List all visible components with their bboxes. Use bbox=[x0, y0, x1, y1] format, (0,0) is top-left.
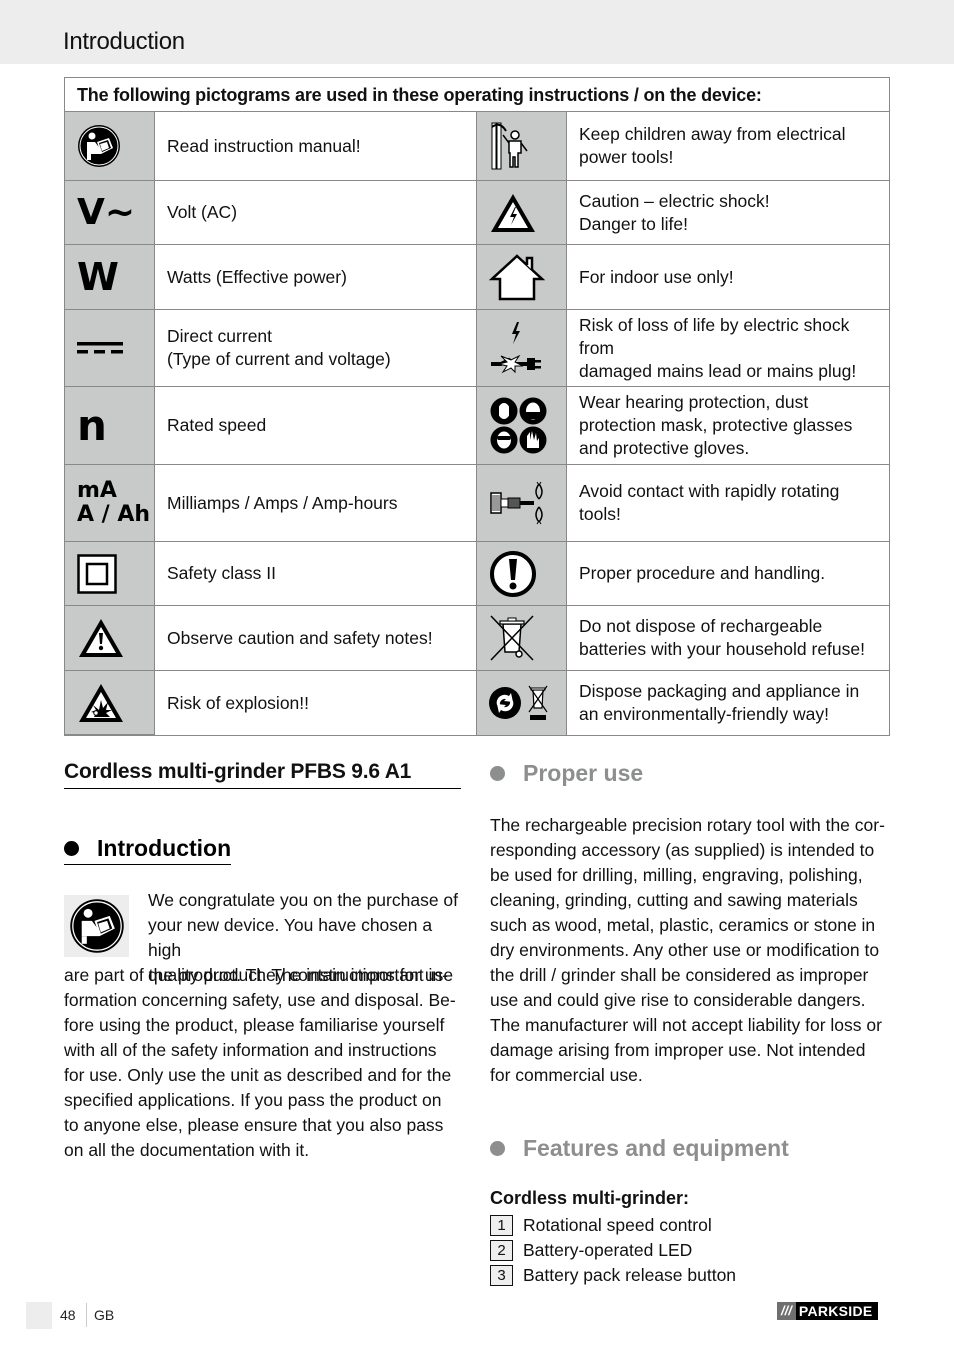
read-manual-icon bbox=[64, 895, 129, 957]
volt-ac-symbol: V~ bbox=[65, 181, 155, 245]
pictogram-label: Milliamps / Amps / Amp-hours bbox=[155, 465, 477, 542]
introduction-heading-text: Introduction bbox=[97, 835, 232, 861]
damaged-plug-shock-icon bbox=[477, 310, 567, 387]
feature-number-badge: 1 bbox=[490, 1215, 513, 1236]
text-line: formation concerning safety, use and dis… bbox=[64, 990, 456, 1010]
product-title: Cordless multi-grinder PFBS 9.6 A1 bbox=[64, 760, 461, 789]
pictogram-label: Volt (AC) bbox=[155, 181, 477, 245]
protective-equipment-icon bbox=[477, 387, 567, 465]
amps-symbol: mA A / Ah bbox=[65, 465, 155, 542]
pictogram-label: Wear hearing protection, dust protection… bbox=[567, 387, 889, 465]
text-line: The rechargeable precision rotary tool w… bbox=[490, 815, 885, 835]
text-line: your new device. You have chosen a high bbox=[148, 915, 433, 960]
text-line: be used for drilling, milling, engraving… bbox=[490, 865, 863, 885]
watts-symbol: W bbox=[65, 245, 155, 310]
text-line: on all the documentation with it. bbox=[64, 1140, 310, 1160]
exclamation-circle-icon bbox=[477, 542, 567, 606]
proper-use-paragraph: The rechargeable precision rotary tool w… bbox=[490, 813, 900, 1088]
pictogram-label: Risk of explosion!! bbox=[155, 671, 477, 735]
text-line: dry environments. Any other use or modif… bbox=[490, 940, 880, 960]
feature-label: Battery-operated LED bbox=[523, 1240, 693, 1260]
house-indoor-icon bbox=[477, 245, 567, 310]
footer-divider bbox=[86, 1303, 87, 1327]
pictogram-label: Read instruction manual! bbox=[155, 112, 477, 181]
pictogram-label: Avoid contact with rapidly rotating tool… bbox=[567, 465, 889, 542]
footer-marker bbox=[26, 1302, 52, 1329]
text-line: We congratulate you on the purchase of bbox=[148, 890, 459, 910]
text-line: are part of the product. They contain im… bbox=[64, 965, 448, 985]
pictogram-label: For indoor use only! bbox=[567, 245, 889, 310]
text-line: cleaning, grinding, cutting and sawing m… bbox=[490, 890, 858, 910]
feature-label: Rotational speed control bbox=[523, 1215, 712, 1235]
pictogram-label: Direct current (Type of current and volt… bbox=[155, 310, 477, 387]
rated-speed-symbol: n bbox=[65, 387, 155, 465]
features-heading-text: Features and equipment bbox=[523, 1135, 789, 1161]
keep-children-away-icon bbox=[477, 112, 567, 181]
bullet-icon bbox=[490, 766, 505, 781]
pictogram-label: Observe caution and safety notes! bbox=[155, 606, 477, 671]
text-line: to anyone else, please ensure that you a… bbox=[64, 1115, 444, 1135]
pictogram-table: The following pictograms are used in the… bbox=[64, 77, 890, 736]
page-number: 48 bbox=[60, 1307, 76, 1323]
pictogram-label: Watts (Effective power) bbox=[155, 245, 477, 310]
text-line: fore using the product, please familiari… bbox=[64, 1015, 445, 1035]
pictogram-label: Risk of loss of life by electric shock f… bbox=[567, 310, 889, 387]
text-line: specified applications. If you pass the … bbox=[64, 1090, 442, 1110]
features-heading: Features and equipment bbox=[490, 1135, 789, 1162]
pictogram-table-caption: The following pictograms are used in the… bbox=[65, 78, 889, 112]
direct-current-icon bbox=[65, 310, 155, 387]
text-line: for commercial use. bbox=[490, 1065, 643, 1085]
text-line: responding accessory (as supplied) is in… bbox=[490, 840, 875, 860]
crossed-bin-icon bbox=[477, 606, 567, 671]
pictogram-label: Rated speed bbox=[155, 387, 477, 465]
bullet-icon bbox=[64, 841, 79, 856]
bullet-icon bbox=[490, 1141, 505, 1156]
feature-number-badge: 3 bbox=[490, 1265, 513, 1286]
rotating-tool-icon bbox=[477, 465, 567, 542]
pictogram-label: Caution – electric shock! Danger to life… bbox=[567, 181, 889, 245]
feature-list: 1 Rotational speed control 2 Battery-ope… bbox=[490, 1213, 736, 1288]
pictogram-label: Safety class II bbox=[155, 542, 477, 606]
language-code: GB bbox=[94, 1307, 115, 1323]
feature-item: 1 Rotational speed control bbox=[490, 1213, 736, 1238]
caution-triangle-icon bbox=[65, 606, 155, 671]
pictogram-label: Do not dispose of rechargeable batteries… bbox=[567, 606, 889, 671]
feature-item: 2 Battery-operated LED bbox=[490, 1238, 736, 1263]
text-line: damage arising from improper use. Not in… bbox=[490, 1040, 866, 1060]
features-subheading: Cordless multi-grinder: bbox=[490, 1188, 690, 1208]
proper-use-heading-text: Proper use bbox=[523, 760, 644, 786]
feature-item: 3 Battery pack release button bbox=[490, 1263, 736, 1288]
page-header: Introduction bbox=[0, 0, 954, 64]
explosion-warning-icon bbox=[65, 671, 155, 735]
feature-number-badge: 2 bbox=[490, 1240, 513, 1261]
read-manual-icon bbox=[65, 112, 155, 181]
introduction-heading: Introduction bbox=[64, 835, 232, 865]
recycle-dispose-icon bbox=[477, 671, 567, 735]
electric-shock-warning-icon bbox=[477, 181, 567, 245]
page-title: Introduction bbox=[63, 28, 185, 55]
text-line: use and could give rise to considerable … bbox=[490, 990, 866, 1010]
text-line: The manufacturer will not accept liabili… bbox=[490, 1015, 882, 1035]
pictogram-label: Proper procedure and handling. bbox=[567, 542, 889, 606]
pictogram-grid: Read instruction manual! Keep children a… bbox=[65, 112, 889, 735]
text-line: such as wood, metal, plastic, ceramics o… bbox=[490, 915, 876, 935]
pictogram-label: Keep children away from electrical power… bbox=[567, 112, 889, 181]
pictogram-label: Dispose packaging and appliance in an en… bbox=[579, 681, 860, 724]
parkside-logo: /// PARKSIDE bbox=[777, 1302, 878, 1320]
feature-label: Battery pack release button bbox=[523, 1265, 737, 1285]
intro-paragraph: are part of the product. They contain im… bbox=[64, 963, 469, 1163]
logo-brand-name: PARKSIDE bbox=[795, 1302, 878, 1320]
text-line: for use. Only use the unit as described … bbox=[64, 1065, 452, 1085]
text-line: the drill / grinder shall be considered … bbox=[490, 965, 869, 985]
safety-class-ii-icon bbox=[65, 542, 155, 606]
text-line: with all of the safety information and i… bbox=[64, 1040, 437, 1060]
logo-slashes: /// bbox=[777, 1302, 796, 1320]
proper-use-heading: Proper use bbox=[490, 760, 643, 787]
